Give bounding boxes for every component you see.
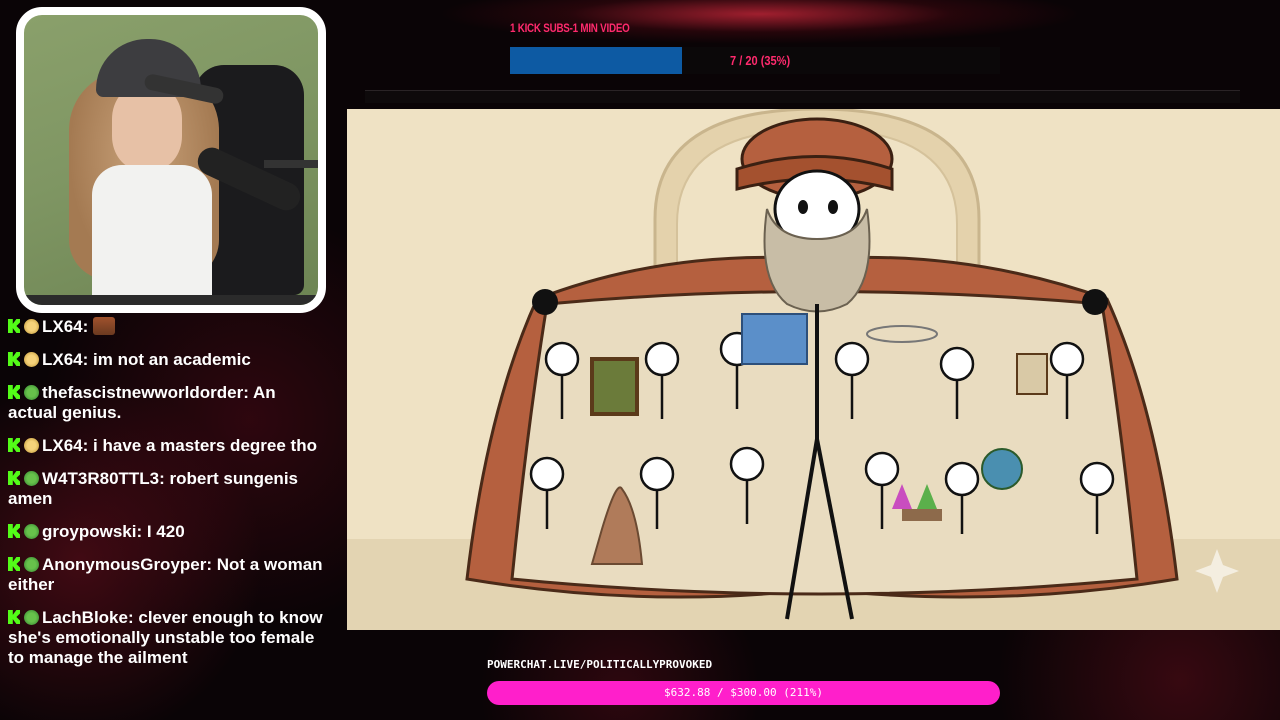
kick-logo-icon [8,524,20,538]
chat-username[interactable]: LachBloke: [42,608,134,627]
subscriber-badge-icon [24,319,39,334]
kick-logo-icon [8,438,20,452]
chat-message-text: im not an academic [93,350,251,369]
verified-badge-icon [24,610,39,625]
chat-emote-icon [93,317,116,335]
powerchat-goal-text: $632.88 / $300.00 (211%) [664,686,823,699]
kick-logo-icon [8,610,20,624]
chat-message: LachBloke: clever enough to know she's e… [8,608,326,668]
chat-message: LX64: im not an academic [8,350,326,370]
chat-message-text: i have a masters degree tho [93,436,317,455]
webcam-desk [24,295,318,305]
mic-arm [264,160,318,168]
webcam-frame [16,7,326,313]
kick-logo-icon [8,319,20,333]
chat-username[interactable]: LX64: [42,350,88,369]
verified-badge-icon [24,385,39,400]
powerchat-goal-bar: $632.88 / $300.00 (211%) [487,681,1000,705]
webcam-shirt [92,165,212,305]
subscriber-badge-icon [24,352,39,367]
chat-message: thefascistnewworldorder: An actual geniu… [8,383,326,423]
chat-message: groypowski: I 420 [8,522,326,542]
chat-message: LX64: [8,317,326,337]
chat-message: W4T3R80TTL3: robert sungenis amen [8,469,326,509]
chat-message: AnonymousGroyper: Not a woman either [8,555,326,595]
powerchat-url: POWERCHAT.LIVE/POLITICALLYPROVOKED [487,658,713,671]
kick-logo-icon [8,471,20,485]
player-top-bar [365,90,1240,103]
chat-username[interactable]: LX64: [42,436,88,455]
webcam-face [112,85,182,170]
kick-logo-icon [8,352,20,366]
chat-username[interactable]: LX64: [42,317,88,336]
chat-username[interactable]: W4T3R80TTL3: [42,469,165,488]
sub-goal-label: 1 KICK SUBS-1 MIN VIDEO [510,21,630,35]
video-illustration [347,109,1280,630]
verified-badge-icon [24,524,39,539]
verified-badge-icon [24,557,39,572]
chat-username[interactable]: groypowski: [42,522,142,541]
chat-username[interactable]: thefascistnewworldorder: [42,383,249,402]
sub-goal-fill [510,47,682,74]
video-player[interactable] [347,109,1280,630]
sub-goal-count: 7 / 20 (35%) [730,53,791,68]
verified-badge-icon [24,471,39,486]
chat-message-text: I 420 [146,522,185,541]
kick-logo-icon [8,557,20,571]
chat-message: LX64: i have a masters degree tho [8,436,326,456]
kick-logo-icon [8,385,20,399]
subscriber-badge-icon [24,438,39,453]
chat-username[interactable]: AnonymousGroyper: [42,555,212,574]
chat-panel[interactable]: LX64: LX64: im not an academic thefascist… [8,317,326,681]
